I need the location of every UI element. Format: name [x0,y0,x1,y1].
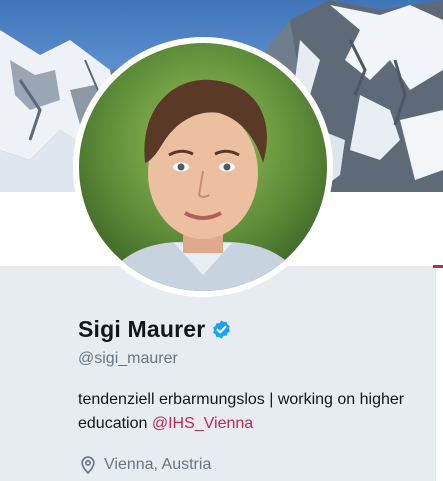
location-pin-icon [81,456,95,475]
profile-location: Vienna, Austria [78,455,211,475]
profile-display-name[interactable]: Sigi Maurer [78,316,205,343]
location-text: Vienna, Austria [104,456,212,473]
profile-handle[interactable]: @sigi_maurer [78,350,178,368]
profile-avatar[interactable] [73,37,333,297]
profile-name-row: Sigi Maurer [78,316,232,343]
right-gutter [436,268,443,481]
profile-bio: tendenziell erbarmungslos | working on h… [78,388,418,436]
profile-card [0,268,436,481]
bio-mention-link[interactable]: @IHS_Vienna [152,415,253,432]
verified-badge-icon [213,320,231,339]
